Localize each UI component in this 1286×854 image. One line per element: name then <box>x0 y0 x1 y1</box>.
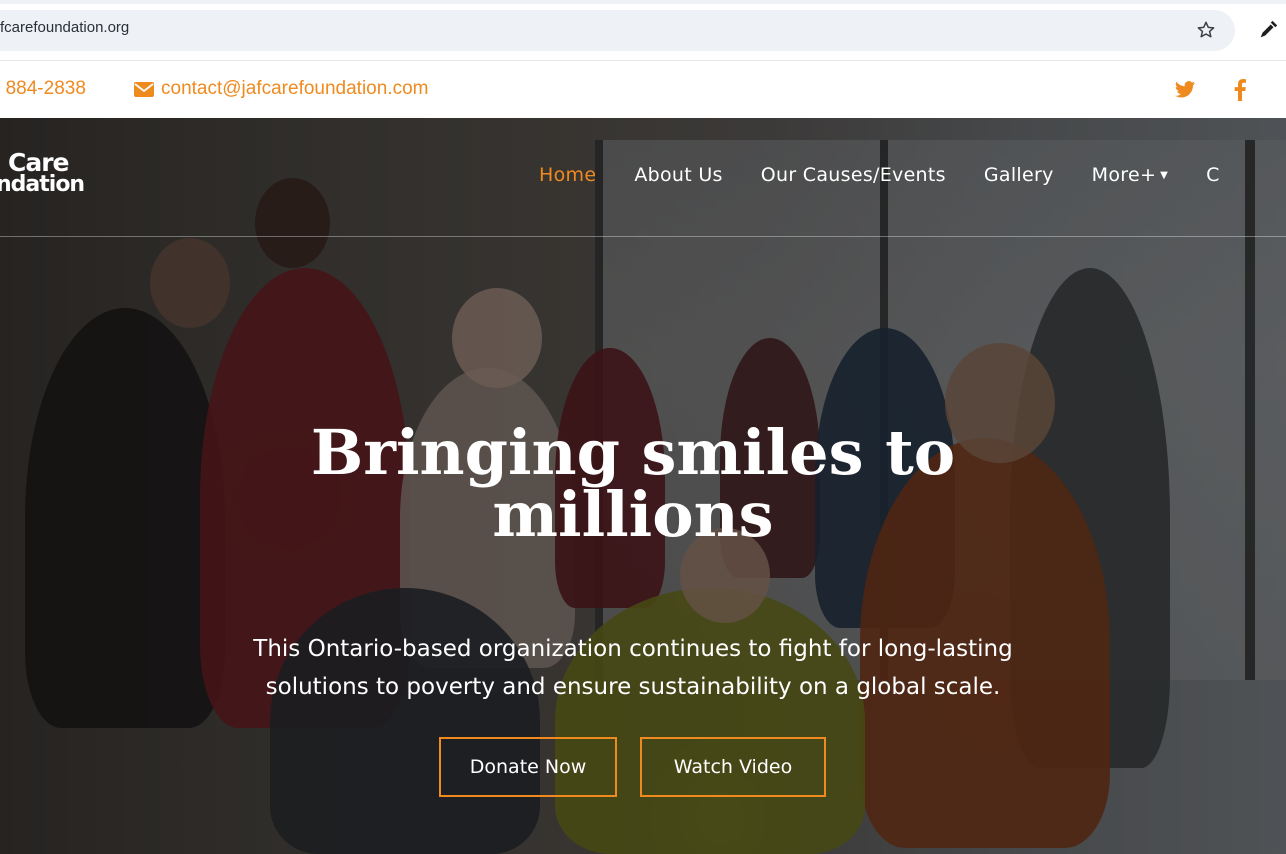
mail-icon <box>134 81 154 97</box>
nav-home[interactable]: Home <box>539 164 596 186</box>
nav-divider <box>0 236 1286 237</box>
hero-title-line-1: Bringing smiles to <box>310 416 956 489</box>
facebook-icon[interactable] <box>1233 79 1247 101</box>
main-nav: Home About Us Our Causes/Events Gallery … <box>539 164 1258 186</box>
hero-subtitle-line-2: solutions to poverty and ensure sustaina… <box>265 674 1001 700</box>
nav-our-causes-events[interactable]: Our Causes/Events <box>761 164 946 186</box>
phone-number[interactable]: ) 884-2838 <box>0 78 86 100</box>
donate-now-button[interactable]: Donate Now <box>439 737 617 797</box>
extension-icon[interactable] <box>1255 17 1281 43</box>
logo-line-2: ndation <box>0 172 85 197</box>
address-bar[interactable] <box>0 10 1235 51</box>
browser-toolbar: fcarefoundation.org <box>0 0 1286 60</box>
hero-title-line-2: millions <box>492 478 774 551</box>
email-link[interactable]: contact@jafcarefoundation.com <box>134 78 429 100</box>
star-icon[interactable] <box>1193 17 1219 43</box>
email-text: contact@jafcarefoundation.com <box>161 78 429 99</box>
nav-gallery[interactable]: Gallery <box>984 164 1054 186</box>
hero-section: Care ndation Home About Us Our Causes/Ev… <box>0 118 1286 854</box>
nav-more-label: More+ <box>1091 164 1157 186</box>
nav-about-us[interactable]: About Us <box>634 164 722 186</box>
contact-bar: ) 884-2838 contact@jafcarefoundation.com <box>0 60 1286 118</box>
caret-down-icon: ▼ <box>1160 170 1169 181</box>
url-text[interactable]: fcarefoundation.org <box>0 19 129 36</box>
hero-subtitle-line-1: This Ontario-based organization continue… <box>253 636 1013 662</box>
twitter-icon[interactable] <box>1174 80 1196 100</box>
nav-more[interactable]: More+ ▼ <box>1092 164 1169 186</box>
watch-video-button[interactable]: Watch Video <box>640 737 826 797</box>
site-logo[interactable]: Care ndation <box>0 148 85 197</box>
logo-line-1: Care <box>8 148 70 177</box>
hero-subtitle: This Ontario-based organization continue… <box>0 630 1266 706</box>
hero-title: Bringing smiles to millions <box>0 422 1266 546</box>
tab-strip-edge <box>0 0 1286 4</box>
nav-contact[interactable]: C <box>1206 164 1220 186</box>
